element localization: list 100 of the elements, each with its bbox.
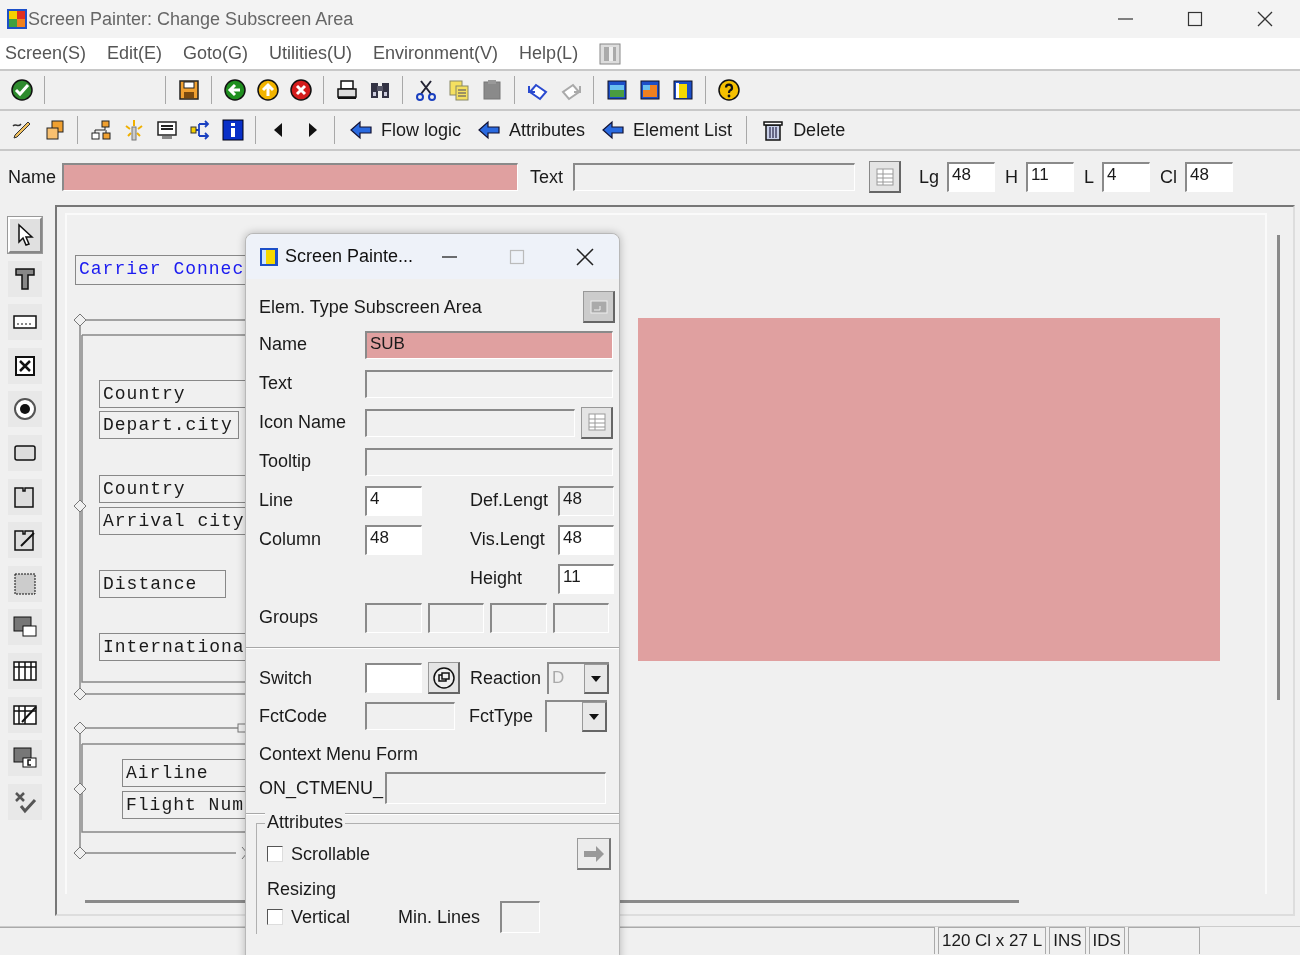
menu-item[interactable]: Help(L) — [519, 43, 579, 64]
value-field[interactable]: 4 — [1102, 162, 1151, 192]
value-field[interactable]: 48 — [1185, 162, 1234, 192]
group-field[interactable] — [365, 602, 422, 633]
switch-field[interactable] — [365, 663, 422, 693]
left-arrow-icon — [477, 118, 502, 142]
checkbox[interactable] — [267, 846, 283, 862]
scissors-icon[interactable] — [413, 78, 438, 102]
close-icon[interactable] — [576, 247, 594, 266]
group-field[interactable] — [552, 602, 609, 633]
function-code-field[interactable] — [365, 702, 455, 730]
icon-picker-button[interactable] — [869, 161, 902, 193]
value-field[interactable]: 48 — [947, 162, 996, 192]
maximize-icon — [509, 248, 525, 265]
text-element[interactable]: Country — [99, 380, 247, 408]
table-wand-icon[interactable] — [8, 696, 42, 733]
text-element[interactable]: Airline — [122, 759, 247, 787]
menu-item[interactable]: Edit(E) — [107, 43, 163, 64]
text-element[interactable]: Arrival city — [99, 507, 247, 535]
input-field[interactable]: 48 — [365, 524, 422, 555]
custom-control-icon[interactable] — [8, 740, 42, 777]
checkbox[interactable] — [267, 909, 283, 925]
window-icon[interactable] — [670, 78, 695, 102]
table-icon[interactable] — [8, 652, 42, 689]
group-field[interactable] — [490, 602, 547, 633]
input-field[interactable]: 4 — [365, 485, 422, 516]
tooltip-field[interactable] — [365, 447, 613, 476]
printer-icon[interactable] — [334, 78, 359, 102]
info-icon[interactable] — [220, 118, 245, 142]
field-label: Line — [259, 490, 295, 511]
close-icon[interactable] — [1257, 11, 1273, 27]
branch-arrow-icon[interactable] — [187, 118, 212, 142]
text-field[interactable] — [365, 369, 613, 398]
input-field[interactable]: 11 — [558, 563, 614, 594]
toolbar-button[interactable]: Element List — [593, 113, 741, 147]
copy-icon[interactable] — [446, 78, 471, 102]
window-icon[interactable] — [604, 78, 629, 102]
section-label: Resizing — [267, 879, 337, 900]
text-element[interactable]: Distance — [99, 570, 226, 598]
value-field[interactable]: 11 — [1026, 162, 1075, 192]
text-element[interactable]: Flight Num — [122, 791, 247, 819]
field-label: Text — [529, 166, 565, 188]
back-icon[interactable] — [222, 78, 247, 102]
maximize-icon[interactable] — [1187, 11, 1203, 27]
monitor-icon[interactable] — [154, 118, 179, 142]
text-element[interactable]: Country — [99, 475, 247, 503]
letter-t-icon[interactable] — [8, 260, 42, 297]
status-cell: 120 Cl x 27 L — [938, 927, 1047, 954]
scrollbar[interactable] — [1277, 235, 1280, 700]
menu-item[interactable]: Utilities(U) — [269, 43, 353, 64]
push-button-icon[interactable] — [8, 434, 42, 471]
tabstrip-wand-icon[interactable] — [8, 522, 42, 559]
cursor-icon[interactable] — [8, 217, 42, 253]
field-label: Reaction — [470, 667, 542, 689]
text-element[interactable]: Depart.city — [99, 411, 239, 439]
name-field[interactable]: SUB — [365, 330, 613, 359]
status-cell: IDS — [1088, 927, 1125, 954]
tabstrip-icon[interactable] — [8, 478, 42, 515]
switch-button[interactable] — [428, 662, 460, 694]
check-icon[interactable] — [9, 78, 34, 102]
toolbar-button[interactable]: Flow logic — [341, 113, 470, 147]
context-menu-field[interactable] — [385, 772, 606, 804]
subscreen-icon[interactable] — [8, 609, 42, 646]
group-field[interactable] — [427, 602, 484, 633]
menu-item[interactable]: Goto(G) — [183, 43, 249, 64]
menu-item[interactable]: Environment(V) — [373, 43, 499, 64]
collapse-button[interactable] — [583, 291, 615, 323]
function-type-dropdown[interactable] — [545, 700, 608, 732]
cross-square-icon[interactable] — [8, 347, 42, 384]
field-label: Lg — [918, 166, 941, 188]
window-icon[interactable] — [637, 78, 662, 102]
help-icon[interactable] — [716, 78, 741, 102]
left-arrow-icon — [601, 118, 626, 142]
input-field[interactable]: 48 — [558, 524, 614, 555]
toolbar-button[interactable]: Attributes — [469, 113, 594, 147]
hierarchy-icon[interactable] — [88, 118, 113, 142]
menu-item[interactable]: Screen(S) — [5, 43, 87, 64]
field-label: Icon Name — [259, 412, 348, 433]
text-element[interactable]: Internationa — [99, 633, 247, 661]
field-label: L — [1083, 166, 1096, 188]
grid-icon — [586, 412, 607, 432]
field-label: Vis.Lengt — [470, 529, 546, 550]
min-lines-field[interactable] — [500, 901, 541, 933]
status-icon[interactable] — [8, 783, 42, 820]
box-icon[interactable] — [8, 565, 42, 602]
cancel-icon[interactable] — [288, 78, 313, 102]
text-field[interactable] — [573, 163, 856, 191]
field-label: Switch — [259, 667, 313, 689]
field-label: FctCode — [259, 705, 329, 727]
field-label: Text — [259, 373, 293, 394]
icon-name-field[interactable] — [365, 408, 575, 437]
element-type-label: Elem. Type — [259, 296, 350, 318]
field-label: Height — [470, 568, 524, 589]
icon-picker-button[interactable] — [581, 406, 613, 439]
input-field-icon[interactable] — [8, 304, 42, 341]
toolbar-button[interactable]: Delete — [753, 113, 854, 147]
input-field[interactable]: 48 — [558, 485, 614, 516]
name-field[interactable] — [62, 163, 518, 191]
title-element[interactable]: Carrier Connec — [75, 255, 247, 285]
details-button[interactable] — [577, 838, 611, 870]
